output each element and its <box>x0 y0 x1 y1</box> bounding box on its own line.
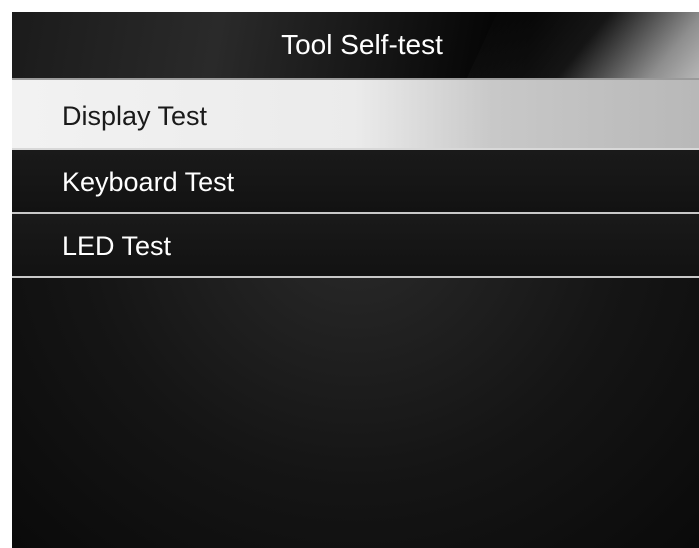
title-bar: Tool Self-test <box>12 12 699 78</box>
device-screen: Tool Self-test Display Test Keyboard Tes… <box>12 12 699 548</box>
menu-item-keyboard-test[interactable]: Keyboard Test <box>12 150 699 214</box>
self-test-menu: Display Test Keyboard Test LED Test <box>12 78 699 278</box>
screen-title: Tool Self-test <box>281 29 443 60</box>
menu-item-display-test[interactable]: Display Test <box>12 78 699 150</box>
menu-item-led-test[interactable]: LED Test <box>12 214 699 278</box>
